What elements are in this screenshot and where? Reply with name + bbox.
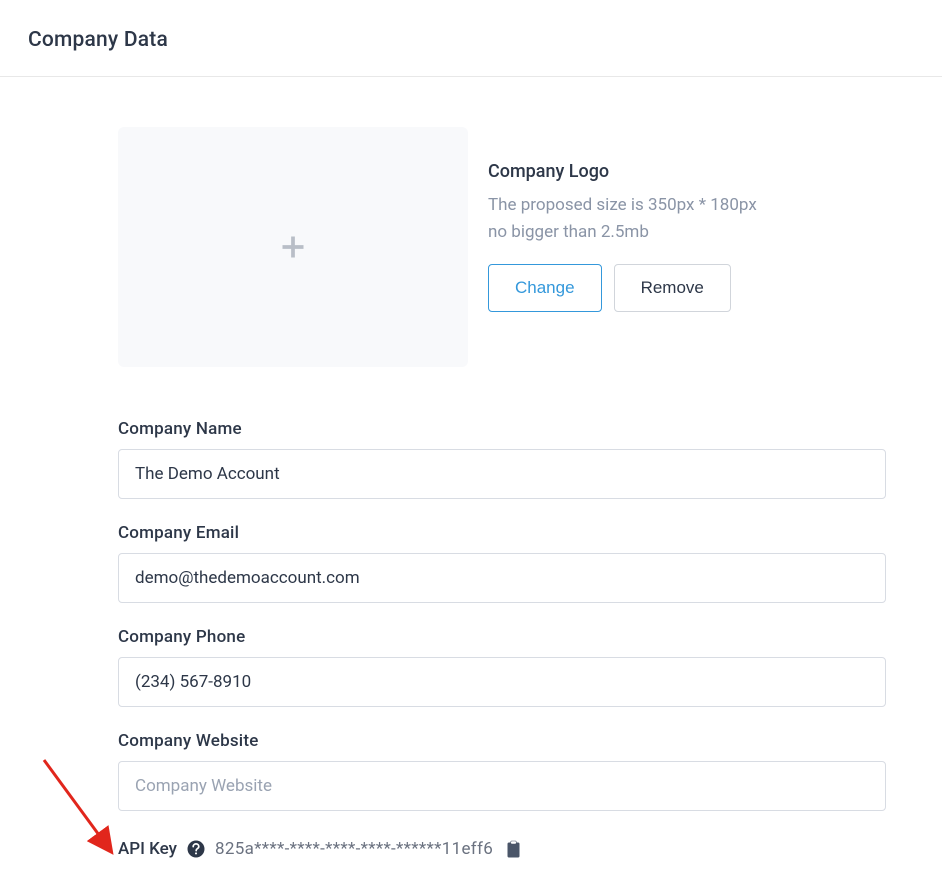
api-key-label: API Key (118, 839, 177, 859)
company-logo-section: Company Logo The proposed size is 350px … (118, 127, 886, 367)
company-website-input[interactable] (118, 761, 886, 811)
plus-icon (279, 233, 307, 261)
api-key-value: 825a****-****-****-****-******11eff6 (215, 839, 493, 859)
company-phone-input[interactable] (118, 657, 886, 707)
logo-info: Company Logo The proposed size is 350px … (488, 127, 886, 367)
logo-desc-line1: The proposed size is 350px * 180px (488, 195, 757, 215)
page-title: Company Data (28, 28, 914, 52)
page-header: Company Data (0, 0, 942, 77)
company-website-label: Company Website (118, 731, 886, 751)
company-website-group: Company Website (118, 731, 886, 811)
logo-title: Company Logo (488, 161, 886, 182)
company-phone-group: Company Phone (118, 627, 886, 707)
change-logo-button[interactable]: Change (488, 264, 602, 312)
company-email-group: Company Email (118, 523, 886, 603)
api-key-row: API Key 825a****-****-****-****-******11… (118, 839, 886, 859)
logo-upload-box[interactable] (118, 127, 468, 367)
logo-desc-line2: no bigger than 2.5mb (488, 222, 649, 242)
company-name-label: Company Name (118, 419, 886, 439)
company-name-input[interactable] (118, 449, 886, 499)
content: Company Logo The proposed size is 350px … (0, 77, 942, 859)
company-name-group: Company Name (118, 419, 886, 499)
help-icon[interactable] (187, 840, 205, 858)
company-phone-label: Company Phone (118, 627, 886, 647)
company-email-label: Company Email (118, 523, 886, 543)
logo-buttons: Change Remove (488, 264, 886, 312)
clipboard-icon[interactable] (505, 840, 522, 859)
remove-logo-button[interactable]: Remove (614, 264, 731, 312)
company-email-input[interactable] (118, 553, 886, 603)
logo-description: The proposed size is 350px * 180px no bi… (488, 192, 886, 246)
